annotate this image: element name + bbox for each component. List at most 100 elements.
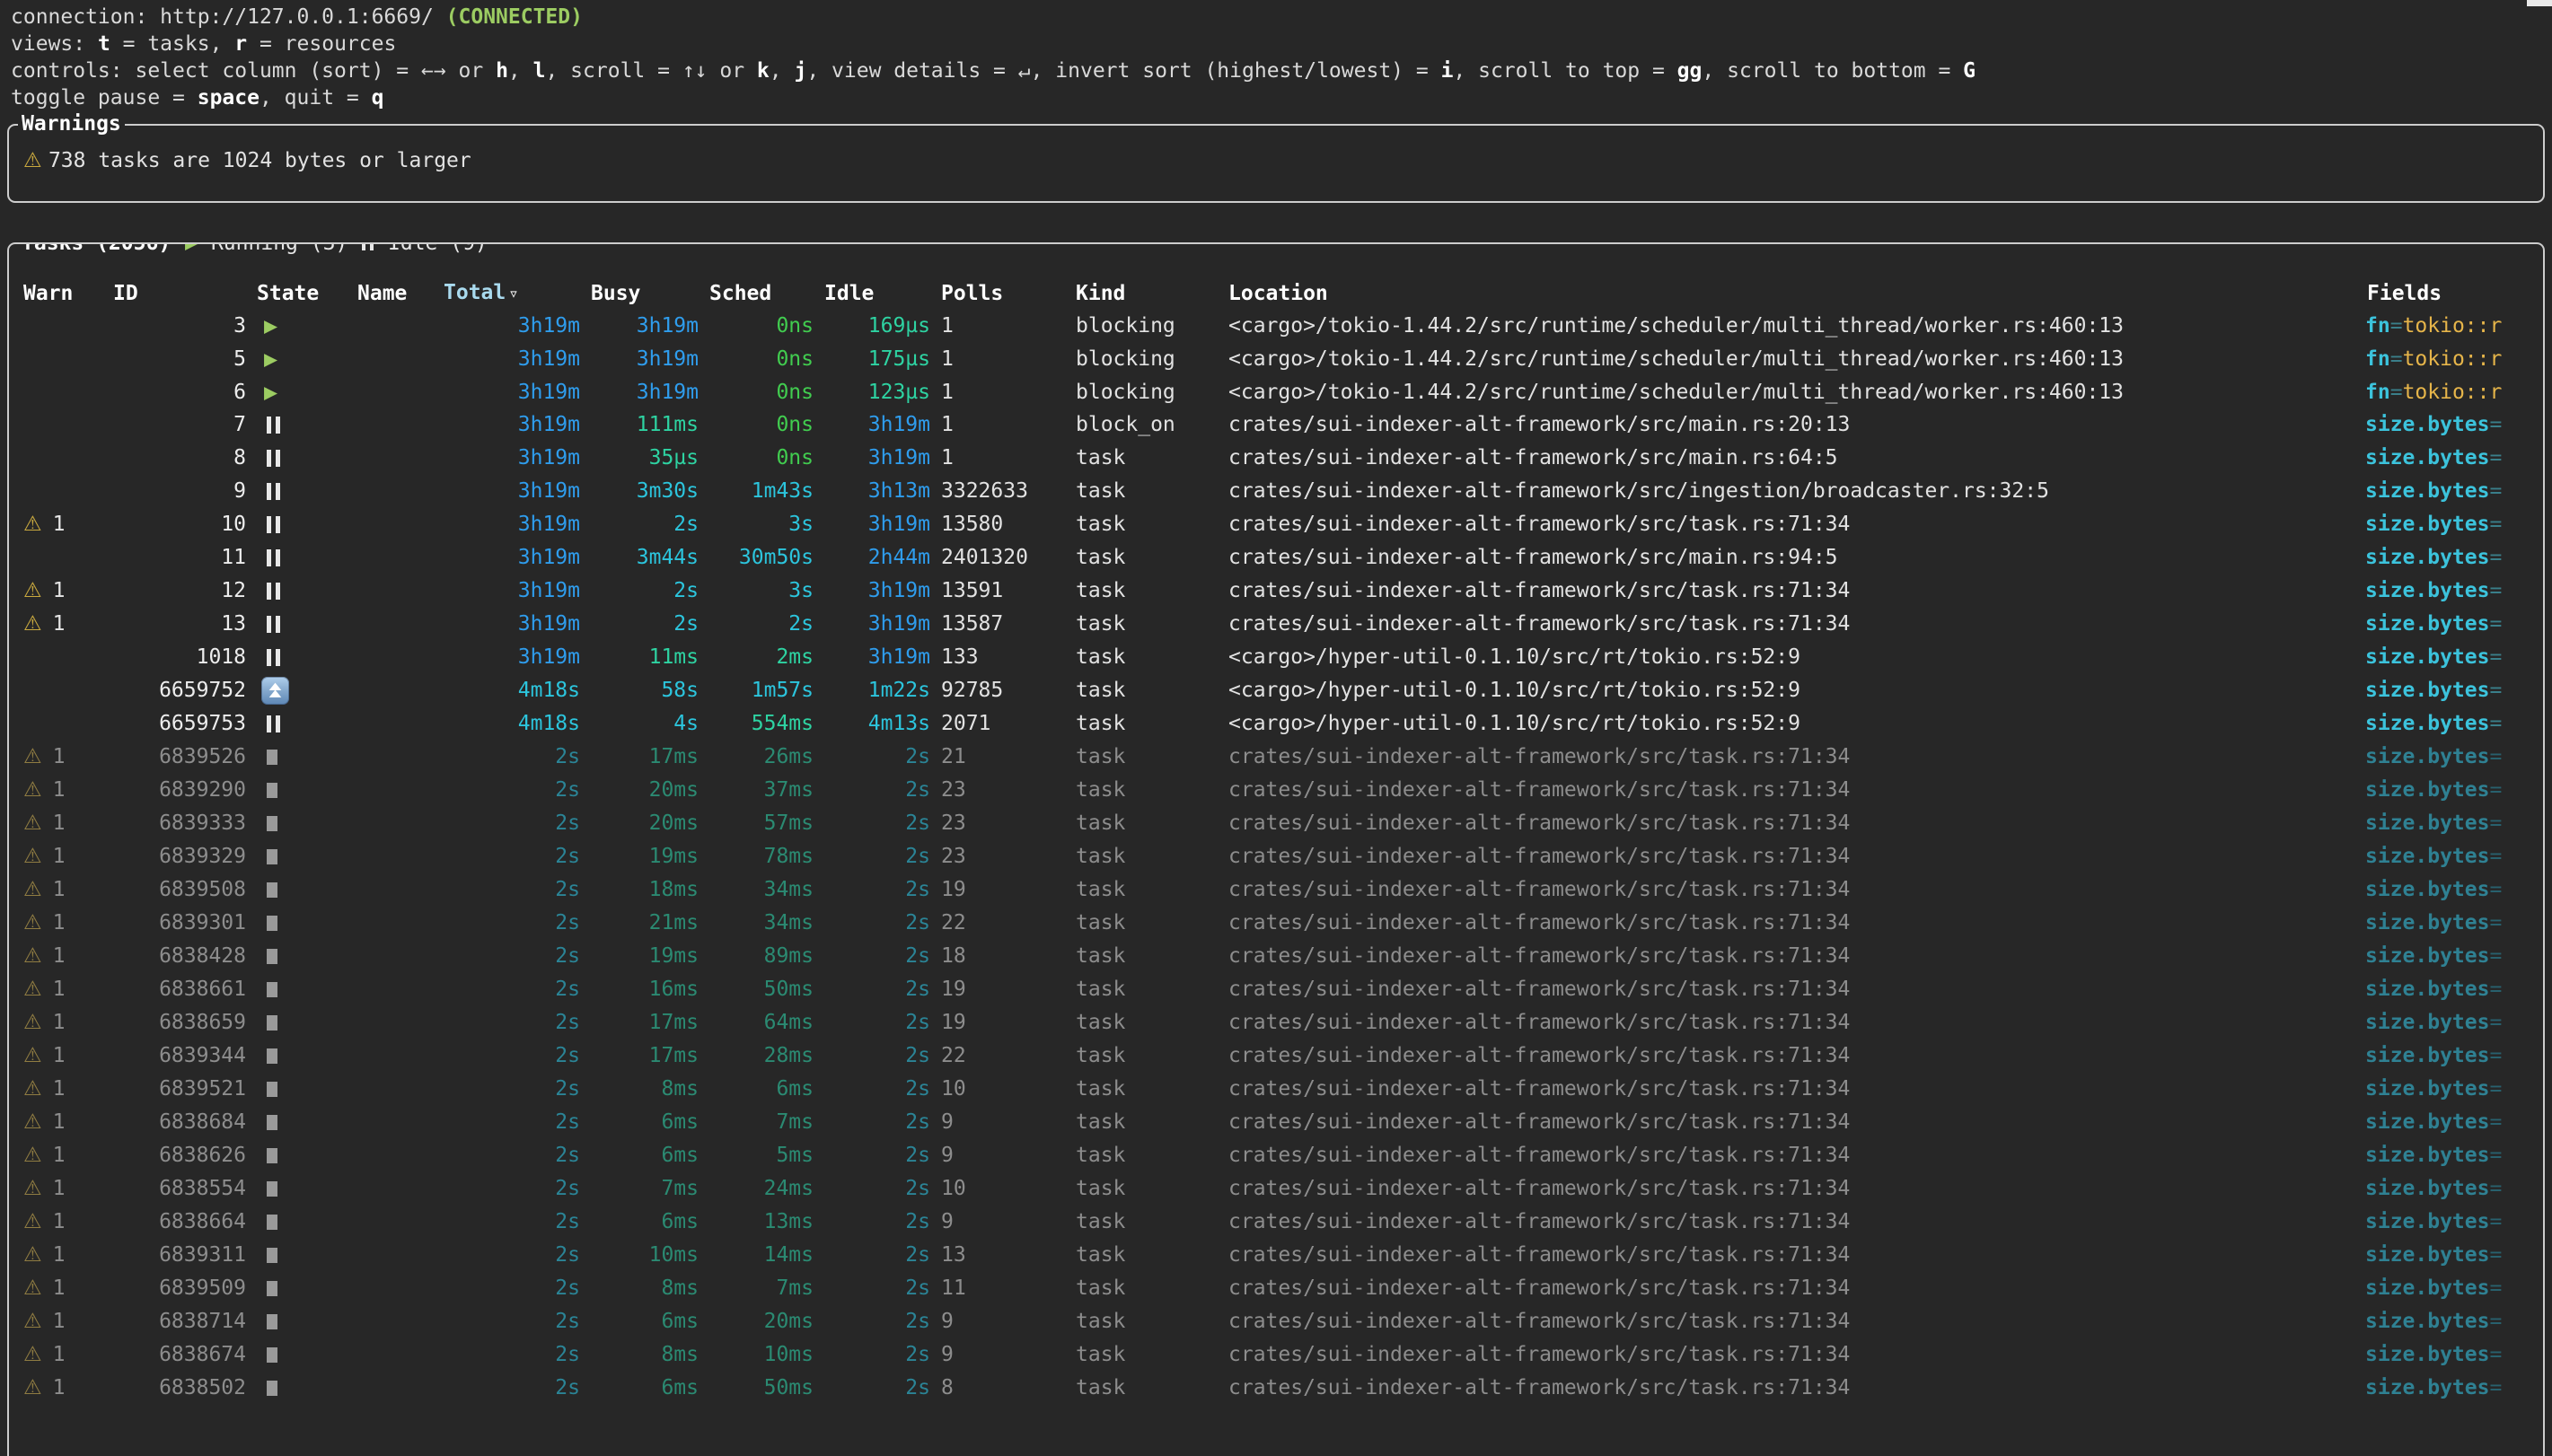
cell-total: 3h19m bbox=[442, 475, 589, 508]
warning-triangle-icon: ⚠ bbox=[23, 778, 42, 802]
warning-count: 1 bbox=[53, 778, 66, 802]
task-row[interactable]: ⚠1 6839344 2s 17ms 28ms 2s 22 task crate… bbox=[22, 1039, 2541, 1073]
duration-value: 3h19m bbox=[868, 413, 930, 436]
task-row[interactable]: ⚠1 6839508 2s 18ms 34ms 2s 19 task crate… bbox=[22, 873, 2541, 907]
task-row[interactable]: ⚠1 6838684 2s 6ms 7ms 2s 9 task crates/s… bbox=[22, 1106, 2541, 1139]
task-row[interactable]: 9 3h19m 3m30s 1m43s 3h13m 3322633 task c… bbox=[22, 475, 2541, 508]
cell-task-id: 6838626 bbox=[111, 1139, 255, 1172]
cell-warn: ⚠1 bbox=[22, 1305, 111, 1338]
cell-total: 2s bbox=[442, 840, 589, 873]
field-fkey: size.bytes bbox=[2365, 878, 2489, 901]
task-row[interactable]: 6659753 4m18s 4s 554ms 4m13s 2071 task <… bbox=[22, 707, 2541, 741]
duration-value: 2h44m bbox=[868, 546, 930, 569]
cell-idle: 2s bbox=[823, 741, 939, 774]
duration-value: 3h19m bbox=[518, 579, 580, 602]
cell-fields: size.bytes= bbox=[2365, 774, 2541, 807]
task-row[interactable]: ⚠1 6839311 2s 10ms 14ms 2s 13 task crate… bbox=[22, 1239, 2541, 1272]
task-row[interactable]: 6 ▶ 3h19m 3h19m 0ns 123µs 1 blocking <ca… bbox=[22, 375, 2541, 408]
task-row[interactable]: ⚠1 13 3h19m 2s 2s 3h19m 13587 task crate… bbox=[22, 608, 2541, 641]
duration-value: 2s bbox=[905, 811, 930, 835]
key-binding: G bbox=[1963, 59, 1976, 83]
cell-task-id: 6838674 bbox=[111, 1338, 255, 1372]
field-feq: = bbox=[2489, 811, 2502, 835]
column-header-total[interactable]: Total▿ bbox=[442, 276, 589, 309]
cell-state bbox=[255, 1338, 356, 1372]
column-header-state[interactable]: State bbox=[255, 277, 356, 310]
cell-warn: ⚠1 bbox=[22, 1338, 111, 1372]
task-row[interactable]: ⚠1 12 3h19m 2s 3s 3h19m 13591 task crate… bbox=[22, 575, 2541, 608]
warning-triangle-icon: ⚠ bbox=[23, 878, 42, 901]
task-row[interactable]: ⚠1 6838626 2s 6ms 5ms 2s 9 task crates/s… bbox=[22, 1139, 2541, 1172]
cell-location: crates/sui-indexer-alt-framework/src/tas… bbox=[1227, 1305, 2365, 1338]
column-header-name[interactable]: Name bbox=[356, 277, 442, 310]
cell-busy: 8ms bbox=[589, 1338, 708, 1372]
task-row[interactable]: 1018 3h19m 11ms 2ms 3h19m 133 task <carg… bbox=[22, 641, 2541, 674]
task-row[interactable]: ⚠1 6839509 2s 8ms 7ms 2s 11 task crates/… bbox=[22, 1272, 2541, 1305]
cell-sched: 34ms bbox=[708, 873, 823, 907]
task-row[interactable]: ⚠1 6838554 2s 7ms 24ms 2s 10 task crates… bbox=[22, 1172, 2541, 1206]
task-row[interactable]: ⚠1 6838428 2s 19ms 89ms 2s 18 task crate… bbox=[22, 940, 2541, 973]
column-header-polls[interactable]: Polls bbox=[939, 277, 1074, 310]
task-row[interactable]: ⚠1 6839333 2s 20ms 57ms 2s 23 task crate… bbox=[22, 807, 2541, 840]
cell-task-id: 6839526 bbox=[111, 741, 255, 774]
help-text: = tasks, bbox=[110, 32, 234, 56]
duration-value: 2s bbox=[905, 1376, 930, 1399]
cell-fields: size.bytes= bbox=[2365, 1039, 2541, 1073]
column-header-idle[interactable]: Idle bbox=[823, 277, 939, 310]
task-row[interactable]: ⚠1 6839290 2s 20ms 37ms 2s 23 task crate… bbox=[22, 774, 2541, 807]
cell-busy: 111ms bbox=[589, 408, 708, 442]
cell-total: 3h19m bbox=[442, 343, 589, 375]
field-fval: tokio::r bbox=[2403, 314, 2503, 338]
task-row[interactable]: 5 ▶ 3h19m 3h19m 0ns 175µs 1 blocking <ca… bbox=[22, 342, 2541, 375]
task-row[interactable]: ⚠1 6839526 2s 17ms 26ms 2s 21 task crate… bbox=[22, 741, 2541, 774]
task-row[interactable]: ⚠1 6838674 2s 8ms 10ms 2s 9 task crates/… bbox=[22, 1338, 2541, 1372]
cell-busy: 58s bbox=[589, 674, 708, 707]
task-row[interactable]: 11 3h19m 3m44s 30m50s 2h44m 2401320 task… bbox=[22, 541, 2541, 575]
task-row[interactable]: 8 3h19m 35µs 0ns 3h19m 1 task crates/sui… bbox=[22, 442, 2541, 475]
cell-idle: 2s bbox=[823, 1006, 939, 1039]
duration-value: 2s bbox=[905, 845, 930, 868]
cell-sched: 0ns bbox=[708, 343, 823, 375]
cell-busy: 20ms bbox=[589, 807, 708, 840]
column-header-kind[interactable]: Kind bbox=[1074, 277, 1227, 310]
cell-kind: task bbox=[1074, 1239, 1227, 1272]
cell-sched: 30m50s bbox=[708, 541, 823, 575]
duration-value: 2s bbox=[905, 911, 930, 934]
cell-task-id: 6659753 bbox=[111, 707, 255, 741]
field-fkey: size.bytes bbox=[2365, 944, 2489, 968]
task-row[interactable]: ⚠1 6838661 2s 16ms 50ms 2s 19 task crate… bbox=[22, 973, 2541, 1006]
task-row[interactable]: ⚠1 6839329 2s 19ms 78ms 2s 23 task crate… bbox=[22, 840, 2541, 873]
cell-task-id: 13 bbox=[111, 608, 255, 641]
column-header-location[interactable]: Location bbox=[1227, 277, 2365, 310]
cell-state bbox=[255, 674, 356, 707]
task-row[interactable]: ⚠1 10 3h19m 2s 3s 3h19m 13580 task crate… bbox=[22, 508, 2541, 541]
duration-value: 123µs bbox=[868, 381, 930, 404]
column-header-busy[interactable]: Busy bbox=[589, 277, 708, 310]
cell-kind: task bbox=[1074, 475, 1227, 508]
task-row[interactable]: ⚠1 6838502 2s 6ms 50ms 2s 8 task crates/… bbox=[22, 1372, 2541, 1405]
cell-total: 2s bbox=[442, 1139, 589, 1172]
task-row[interactable]: ⚠1 6839301 2s 21ms 34ms 2s 22 task crate… bbox=[22, 907, 2541, 940]
task-row[interactable]: 3 ▶ 3h19m 3h19m 0ns 169µs 1 blocking <ca… bbox=[22, 309, 2541, 342]
column-header-warn[interactable]: Warn bbox=[22, 277, 111, 310]
column-header-id[interactable]: ID bbox=[111, 277, 255, 310]
task-row[interactable]: ⚠1 6838659 2s 17ms 64ms 2s 19 task crate… bbox=[22, 1006, 2541, 1039]
duration-value: 64ms bbox=[764, 1011, 814, 1034]
column-header-sched[interactable]: Sched bbox=[708, 277, 823, 310]
cell-sched: 1m43s bbox=[708, 475, 823, 508]
cell-warn: ⚠1 bbox=[22, 873, 111, 907]
task-row[interactable]: ⚠1 6838664 2s 6ms 13ms 2s 9 task crates/… bbox=[22, 1206, 2541, 1239]
duration-value: 2s bbox=[905, 978, 930, 1001]
cell-warn: ⚠1 bbox=[22, 907, 111, 940]
help-text: views: bbox=[11, 32, 98, 56]
column-header-fields[interactable]: Fields bbox=[2365, 277, 2541, 310]
task-row[interactable]: ⚠1 6838714 2s 6ms 20ms 2s 9 task crates/… bbox=[22, 1305, 2541, 1338]
task-row[interactable]: 7 3h19m 111ms 0ns 3h19m 1 block_on crate… bbox=[22, 408, 2541, 442]
task-row[interactable]: ⚠1 6839521 2s 8ms 6ms 2s 10 task crates/… bbox=[22, 1073, 2541, 1106]
duration-value: 3h19m bbox=[637, 381, 699, 404]
duration-value: 1m57s bbox=[752, 679, 814, 702]
cell-idle: 3h19m bbox=[823, 442, 939, 475]
cell-sched: 6ms bbox=[708, 1073, 823, 1106]
task-row[interactable]: 6659752 4m18s 58s 1m57s 1m22s 92785 task… bbox=[22, 674, 2541, 707]
cell-location: crates/sui-indexer-alt-framework/src/tas… bbox=[1227, 1338, 2365, 1372]
